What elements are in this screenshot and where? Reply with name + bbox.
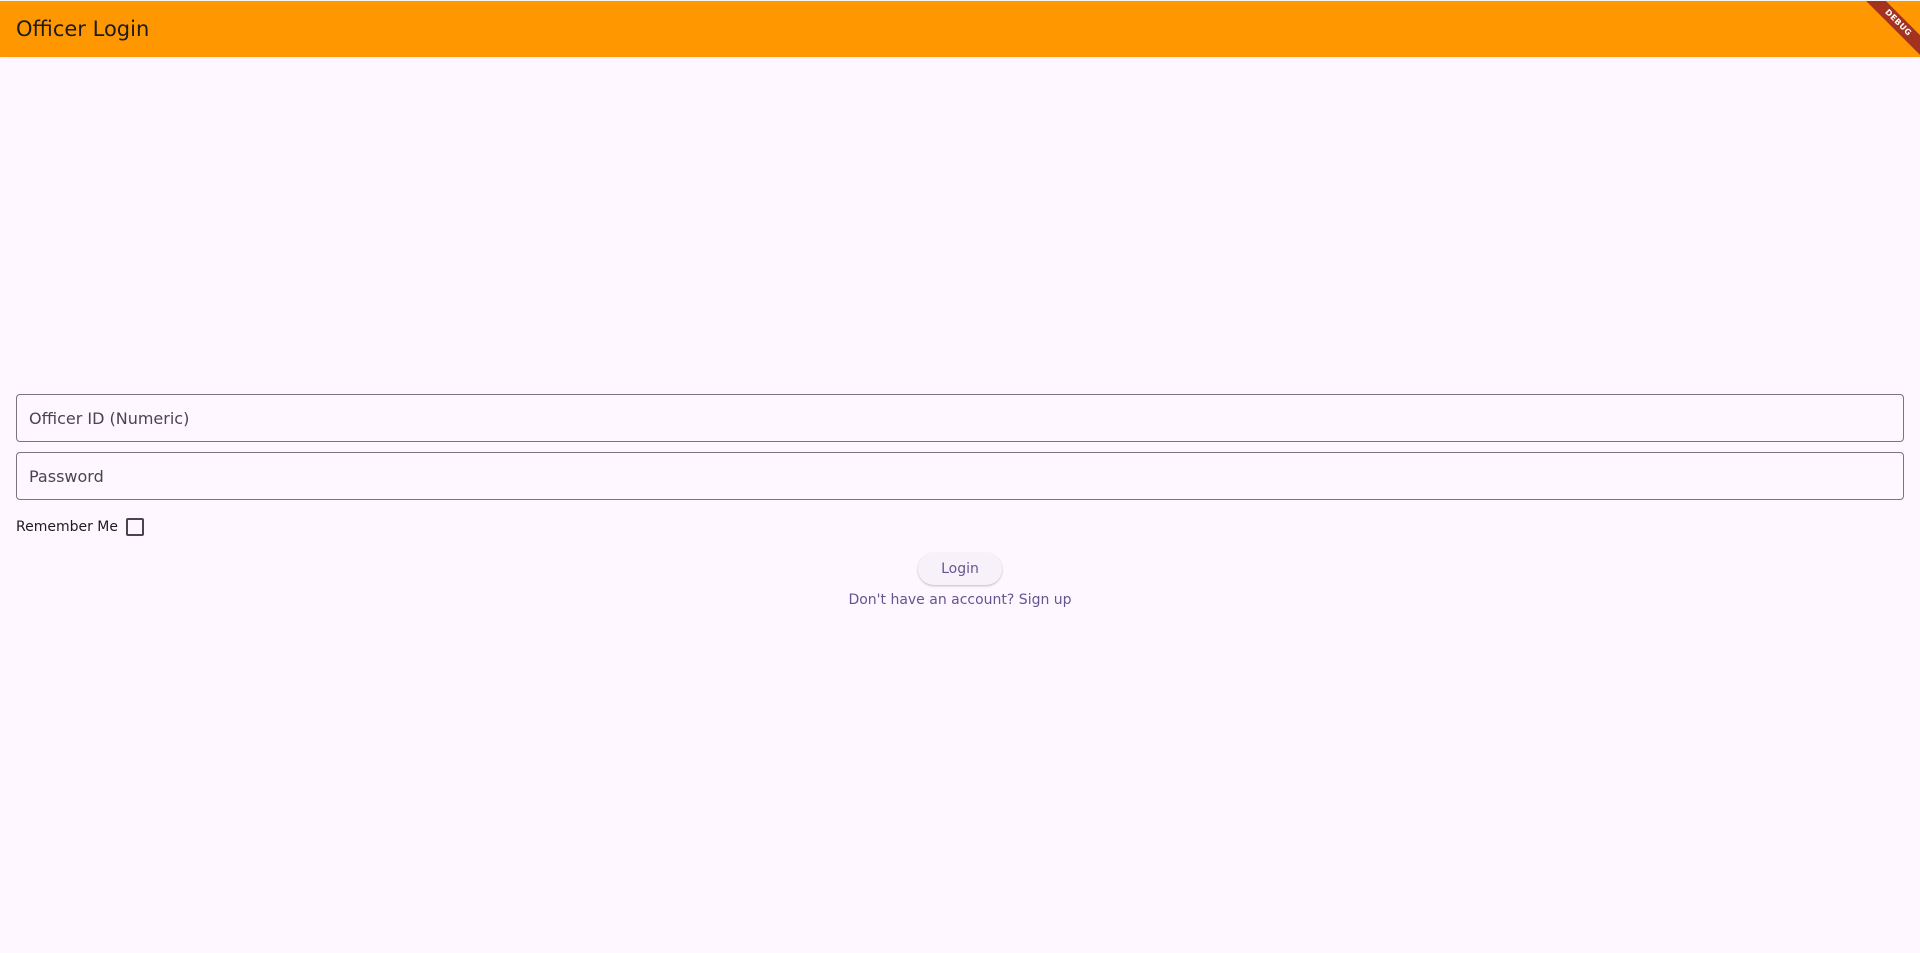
remember-me-label: Remember Me <box>16 519 118 535</box>
page-title: Officer Login <box>16 17 150 41</box>
debug-banner: DEBUG <box>1860 1 1920 61</box>
password-field[interactable] <box>16 452 1904 500</box>
remember-me-row: Remember Me <box>16 515 144 539</box>
officer-id-field[interactable] <box>16 394 1904 442</box>
signup-link-row: Don't have an account? Sign up <box>0 592 1920 608</box>
signup-link[interactable]: Don't have an account? Sign up <box>848 592 1071 608</box>
password-input[interactable] <box>17 453 1903 499</box>
officer-id-input[interactable] <box>17 395 1903 441</box>
remember-me-checkbox[interactable] <box>126 518 144 536</box>
app-bar: Officer Login DEBUG <box>0 0 1920 61</box>
login-button[interactable]: Login <box>918 553 1002 585</box>
debug-banner-label: DEBUG <box>1860 1 1920 61</box>
